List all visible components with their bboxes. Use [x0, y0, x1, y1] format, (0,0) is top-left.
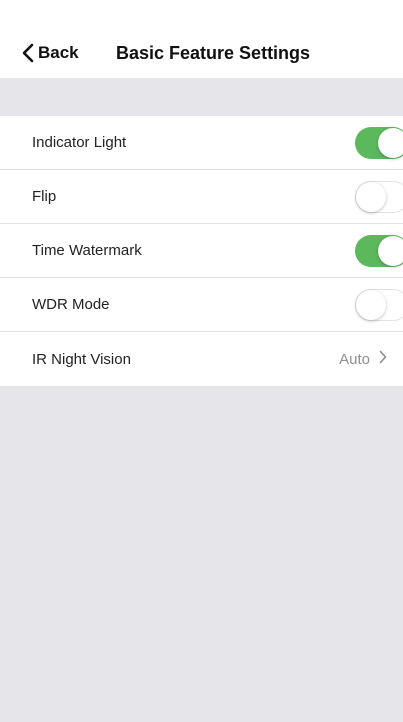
ir-night-vision-selector[interactable]: Auto — [339, 350, 387, 369]
setting-label: Time Watermark — [32, 242, 142, 259]
toggle-knob — [356, 181, 386, 212]
toggle-knob — [378, 235, 403, 266]
toggle-knob — [378, 127, 403, 158]
settings-screen: Back Basic Feature Settings Indicator Li… — [0, 0, 403, 722]
setting-row-indicator-light: Indicator Light — [0, 116, 403, 170]
wdr-mode-toggle[interactable] — [355, 288, 403, 321]
flip-toggle[interactable] — [355, 180, 403, 213]
navigation-bar: Back Basic Feature Settings — [0, 28, 403, 78]
back-label: Back — [38, 43, 79, 62]
setting-label: Flip — [32, 188, 57, 205]
chevron-right-icon — [379, 350, 387, 369]
setting-row-wdr-mode: WDR Mode — [0, 278, 403, 332]
settings-list: Indicator Light Flip Time Watermark WDR … — [0, 116, 403, 386]
toggle-knob — [356, 289, 386, 320]
setting-row-flip: Flip — [0, 170, 403, 224]
indicator-light-toggle[interactable] — [355, 126, 403, 159]
time-watermark-toggle[interactable] — [355, 234, 403, 267]
setting-row-ir-night-vision[interactable]: IR Night Vision Auto — [0, 332, 403, 386]
setting-row-time-watermark: Time Watermark — [0, 224, 403, 278]
back-button[interactable]: Back — [22, 40, 79, 66]
setting-value: Auto — [339, 350, 370, 368]
page-title: Basic Feature Settings — [116, 43, 311, 63]
setting-label: WDR Mode — [32, 296, 110, 313]
section-spacer — [0, 78, 403, 116]
status-bar — [0, 0, 403, 28]
setting-label: IR Night Vision — [32, 350, 131, 368]
chevron-left-icon — [22, 43, 34, 63]
setting-label: Indicator Light — [32, 134, 127, 151]
